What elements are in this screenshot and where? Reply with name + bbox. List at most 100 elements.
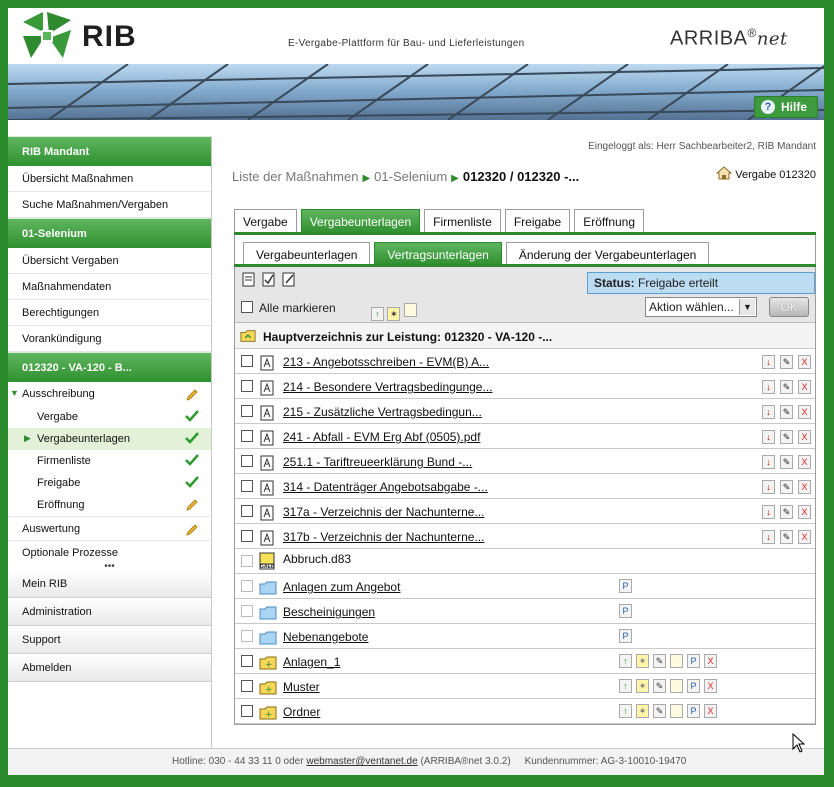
row-checkbox[interactable] [241, 380, 253, 392]
tab-vergabeunterlagen[interactable]: Vergabeunterlagen [300, 209, 421, 233]
row-checkbox[interactable] [241, 655, 253, 667]
ok-button[interactable]: OK [769, 297, 809, 317]
tab-freigabe[interactable]: Freigabe [504, 209, 571, 233]
new-folder-icon[interactable]: ✶ [636, 679, 649, 693]
note-icon[interactable] [670, 654, 683, 668]
download-icon[interactable]: ↓ [762, 355, 775, 369]
row-checkbox[interactable] [241, 505, 253, 517]
document-link[interactable]: 215 - Zusätzliche Vertragsbedingun... [283, 405, 482, 419]
folder-link[interactable]: Muster [283, 680, 320, 694]
row-checkbox[interactable] [241, 680, 253, 692]
sidebar-item-uebersicht-vergaben[interactable]: Übersicht Vergaben [8, 248, 211, 274]
properties-icon[interactable]: P [619, 579, 632, 593]
edit-icon[interactable]: ✎ [653, 654, 666, 668]
delete-icon[interactable]: X [704, 654, 717, 668]
sidebar-tree-optionale-prozesse[interactable]: Optionale Prozesse [8, 540, 211, 564]
edit-icon[interactable]: ✎ [780, 405, 793, 419]
properties-icon[interactable]: P [619, 604, 632, 618]
row-checkbox[interactable] [241, 480, 253, 492]
folder-up-icon[interactable] [240, 328, 256, 344]
download-icon[interactable]: ↓ [762, 480, 775, 494]
document-link[interactable]: 251.1 - Tariftreueerklärung Bund -... [283, 455, 472, 469]
edit-icon[interactable]: ✎ [780, 380, 793, 394]
folder-link[interactable]: Anlagen zum Angebot [283, 580, 400, 594]
row-checkbox[interactable] [241, 355, 253, 367]
note-icon[interactable] [670, 679, 683, 693]
download-icon[interactable]: ↓ [762, 380, 775, 394]
delete-icon[interactable]: X [704, 679, 717, 693]
sidebar-item-abmelden[interactable]: Abmelden [8, 654, 211, 682]
sidebar-tree-ausschreibung[interactable]: ▼ Ausschreibung [8, 382, 211, 406]
document-link[interactable]: 241 - Abfall - EVM Erg Abf (0505).pdf [283, 430, 480, 444]
sidebar-section-selenium[interactable]: 01-Selenium [8, 218, 211, 248]
sidebar-section-vergabe[interactable]: 012320 - VA-120 - B... [8, 352, 211, 382]
row-checkbox[interactable] [241, 405, 253, 417]
properties-icon[interactable]: P [687, 654, 700, 668]
sidebar-item-suche[interactable]: Suche Maßnahmen/Vergaben [8, 192, 211, 218]
document-edit-icon[interactable] [281, 271, 297, 287]
tab-eroeffnung[interactable]: Eröffnung [574, 209, 645, 233]
download-icon[interactable]: ↓ [762, 405, 775, 419]
breadcrumb-link-selenium[interactable]: 01-Selenium [374, 169, 447, 184]
delete-icon[interactable]: X [798, 380, 811, 394]
footer-email-link[interactable]: webmaster@ventanet.de [306, 756, 417, 767]
folder-link[interactable]: Ordner [283, 705, 320, 719]
note-icon[interactable] [670, 704, 683, 718]
sidebar-subitem-freigabe[interactable]: Freigabe [8, 472, 211, 494]
delete-icon[interactable]: X [798, 405, 811, 419]
document-link[interactable]: 214 - Besondere Vertragsbedingunge... [283, 380, 492, 394]
subtab-vergabeunterlagen[interactable]: Vergabeunterlagen [243, 242, 371, 265]
sidebar-subitem-firmenliste[interactable]: Firmenliste [8, 450, 211, 472]
row-checkbox[interactable] [241, 430, 253, 442]
sidebar-tree-auswertung[interactable]: Auswertung [8, 516, 211, 540]
sidebar-subitem-vergabeunterlagen[interactable]: ▶ Vergabeunterlagen [8, 428, 211, 450]
sidebar-item-berechtigungen[interactable]: Berechtigungen [8, 300, 211, 326]
delete-icon[interactable]: X [798, 480, 811, 494]
document-check-icon[interactable] [261, 271, 277, 287]
row-checkbox[interactable] [241, 455, 253, 467]
new-folder-icon[interactable]: ✶ [636, 704, 649, 718]
row-checkbox[interactable] [241, 705, 253, 717]
edit-icon[interactable]: ✎ [780, 455, 793, 469]
sidebar-item-uebersicht-massnahmen[interactable]: Übersicht Maßnahmen [8, 166, 211, 192]
folder-link[interactable]: Anlagen_1 [283, 655, 340, 669]
subtab-aenderung[interactable]: Änderung der Vergabeunterlagen [505, 242, 710, 265]
edit-icon[interactable]: ✎ [780, 355, 793, 369]
sidebar-item-mein-rib[interactable]: Mein RIB [8, 570, 211, 598]
edit-icon[interactable]: ✎ [780, 430, 793, 444]
subtab-vertragsunterlagen[interactable]: Vertragsunterlagen [374, 242, 502, 265]
document-link[interactable]: 317b - Verzeichnis der Nachunterne... [283, 530, 484, 544]
download-icon[interactable]: ↓ [762, 455, 775, 469]
tab-firmenliste[interactable]: Firmenliste [424, 209, 501, 233]
download-icon[interactable]: ↓ [762, 505, 775, 519]
delete-icon[interactable]: X [704, 704, 717, 718]
edit-icon[interactable]: ✎ [780, 505, 793, 519]
download-icon[interactable]: ↓ [762, 430, 775, 444]
help-button[interactable]: ? Hilfe [754, 96, 818, 118]
edit-icon[interactable]: ✎ [653, 704, 666, 718]
tab-vergabe[interactable]: Vergabe [234, 209, 297, 233]
document-list-icon[interactable] [241, 271, 257, 287]
delete-icon[interactable]: X [798, 430, 811, 444]
document-link[interactable]: 314 - Datenträger Angebotsabgabe -... [283, 480, 488, 494]
note-icon[interactable] [403, 303, 417, 317]
new-folder-icon[interactable]: ✶ [636, 654, 649, 668]
delete-icon[interactable]: X [798, 530, 811, 544]
delete-icon[interactable]: X [798, 355, 811, 369]
delete-icon[interactable]: X [798, 455, 811, 469]
document-link[interactable]: 317a - Verzeichnis der Nachunterne... [283, 505, 484, 519]
upload-arrow-icon[interactable]: ↑ [619, 679, 632, 693]
sidebar-item-support[interactable]: Support [8, 626, 211, 654]
sidebar-section-mandant[interactable]: RIB Mandant [8, 136, 211, 166]
select-all-checkbox[interactable] [241, 301, 253, 313]
edit-icon[interactable]: ✎ [780, 530, 793, 544]
document-link[interactable]: 213 - Angebotsschreiben - EVM(B) A... [283, 355, 489, 369]
new-folder-icon[interactable]: ✶ [387, 307, 401, 321]
upload-arrow-icon[interactable]: ↑ [619, 704, 632, 718]
sidebar-subitem-vergabe[interactable]: Vergabe [8, 406, 211, 428]
upload-arrow-icon[interactable]: ↑ [371, 307, 384, 321]
breadcrumb-link-massnahmen[interactable]: Liste der Maßnahmen [232, 169, 358, 184]
properties-icon[interactable]: P [687, 704, 700, 718]
upload-arrow-icon[interactable]: ↑ [619, 654, 632, 668]
action-select[interactable]: Aktion wählen... ▼ [645, 297, 757, 317]
